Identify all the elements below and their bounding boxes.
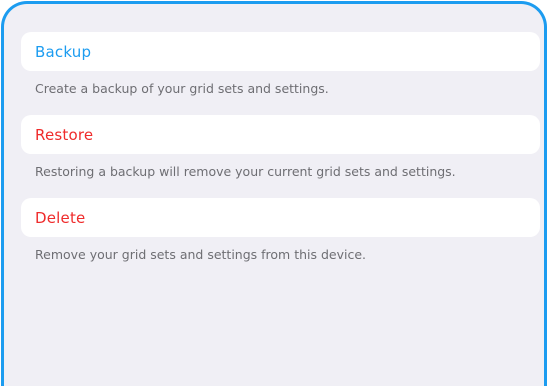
settings-list: Backup Create a backup of your grid sets…	[21, 32, 540, 281]
backup-description: Create a backup of your grid sets and se…	[35, 81, 329, 96]
backup-button[interactable]: Backup	[21, 32, 540, 71]
delete-description: Remove your grid sets and settings from …	[35, 247, 367, 262]
delete-button[interactable]: Delete	[21, 198, 540, 237]
restore-description: Restoring a backup will remove your curr…	[35, 164, 456, 179]
restore-button[interactable]: Restore	[21, 115, 540, 154]
device-frame: Backup Create a backup of your grid sets…	[1, 1, 547, 386]
delete-button-label: Delete	[35, 208, 86, 227]
restore-button-label: Restore	[35, 125, 94, 144]
backup-button-label: Backup	[35, 42, 92, 61]
